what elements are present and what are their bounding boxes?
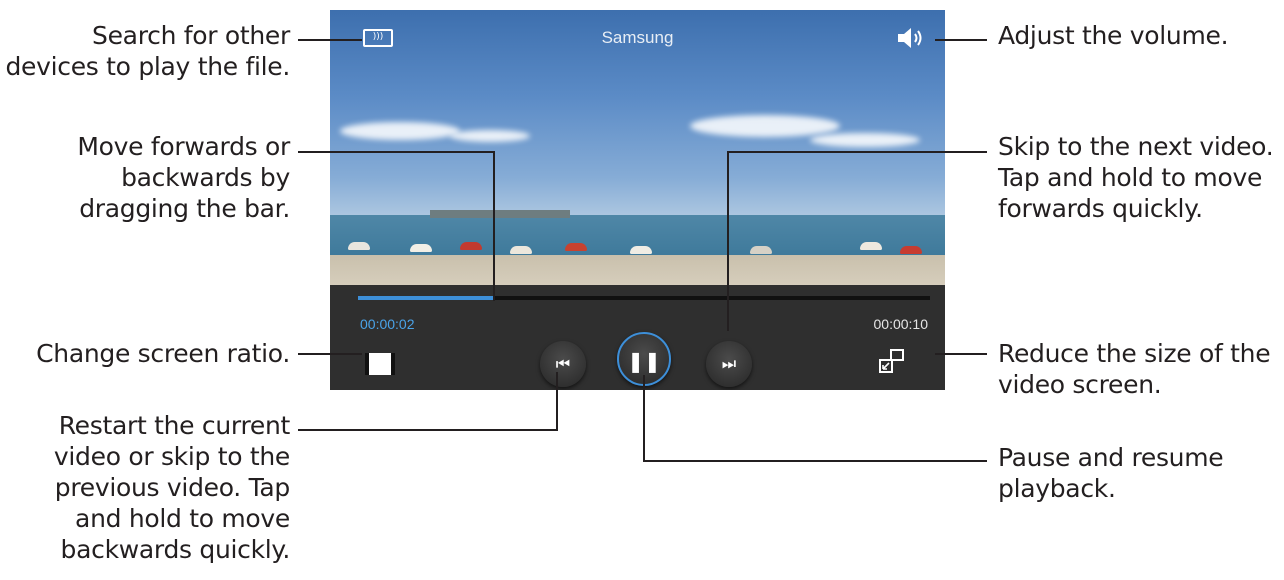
umbrella xyxy=(460,242,482,250)
cloud xyxy=(340,122,460,140)
callout-search-devices: Search for other devices to play the fil… xyxy=(5,21,290,81)
next-icon: ⏭ xyxy=(721,354,737,373)
control-bar: 00:00:02 00:00:10 ⏮ ❚❚ ⏭ xyxy=(330,285,945,390)
callout-screen-ratio: Change screen ratio. xyxy=(36,339,290,368)
callout-volume: Adjust the volume. xyxy=(998,21,1229,50)
cloud xyxy=(690,115,840,137)
leader-line xyxy=(298,353,362,355)
leader-line xyxy=(935,39,987,41)
cloud xyxy=(450,130,530,142)
leader-line xyxy=(298,151,494,153)
umbrella xyxy=(900,246,922,254)
leader-line xyxy=(643,460,987,462)
leader-line xyxy=(727,151,729,331)
callout-restart-previous: Restart the current video or skip to the… xyxy=(53,411,290,564)
video-frame-pier xyxy=(430,210,570,218)
umbrella xyxy=(750,246,772,254)
video-player[interactable]: ))) Samsung 00:00:02 00:00:10 ⏮ ❚❚ ⏭ xyxy=(330,10,945,390)
next-button[interactable]: ⏭ xyxy=(706,341,752,387)
leader-line xyxy=(556,372,558,431)
umbrella xyxy=(860,242,882,250)
callout-reduce-screen: Reduce the size of the video screen. xyxy=(998,339,1271,399)
umbrella xyxy=(410,244,432,252)
callout-pause-resume: Pause and resume playback. xyxy=(998,443,1224,503)
callout-next-video: Skip to the next video. Tap and hold to … xyxy=(998,132,1274,223)
callout-scrub-bar: Move forwards or backwards by dragging t… xyxy=(77,132,290,223)
previous-button[interactable]: ⏮ xyxy=(540,341,586,387)
video-title: Samsung xyxy=(601,28,674,47)
elapsed-time: 00:00:02 xyxy=(360,316,415,332)
leader-line xyxy=(727,151,987,153)
umbrella xyxy=(630,246,652,254)
leader-line xyxy=(298,429,557,431)
cloud xyxy=(810,133,920,147)
previous-icon: ⏮ xyxy=(555,354,571,373)
total-time: 00:00:10 xyxy=(873,316,929,332)
screen-ratio-icon[interactable] xyxy=(365,353,395,375)
leader-line xyxy=(493,151,495,301)
progress-fill xyxy=(358,296,496,300)
leader-line xyxy=(935,353,987,355)
progress-bar[interactable] xyxy=(358,296,930,300)
leader-line xyxy=(298,39,362,41)
leader-line xyxy=(643,375,645,461)
pause-icon: ❚❚ xyxy=(627,349,661,373)
pop-up-player-icon[interactable] xyxy=(878,348,906,376)
umbrella xyxy=(348,242,370,250)
volume-icon[interactable] xyxy=(896,27,926,49)
umbrella xyxy=(565,243,587,251)
umbrella xyxy=(510,246,532,254)
